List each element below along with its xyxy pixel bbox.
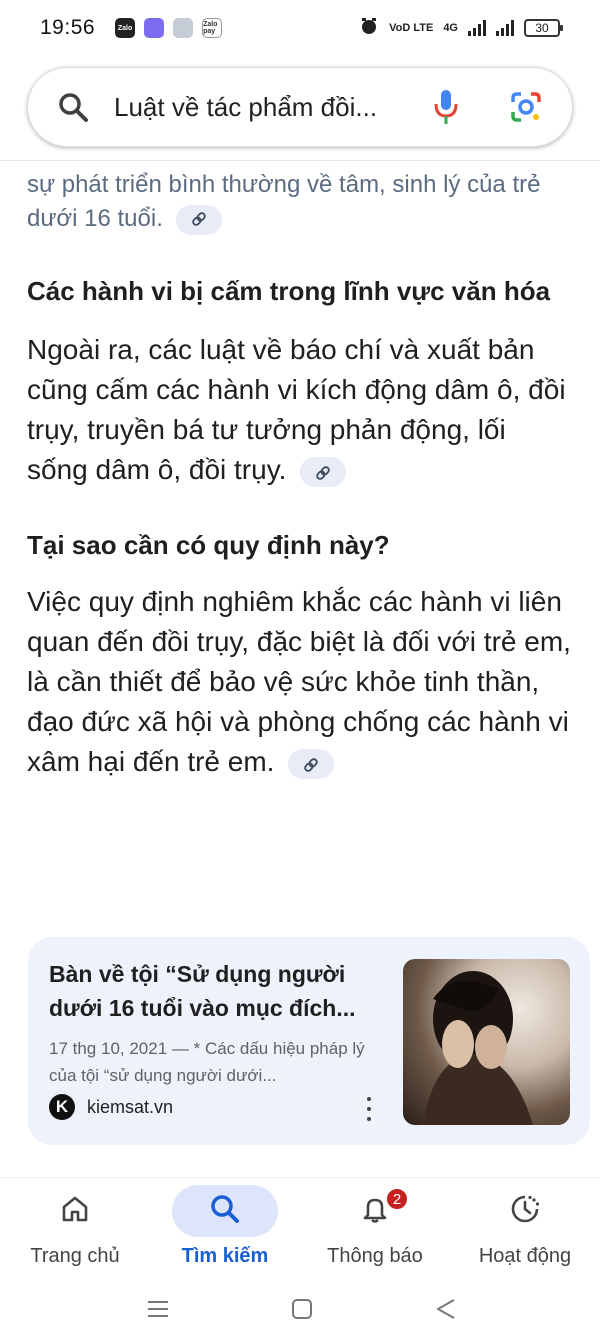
nav-search[interactable]: Tìm kiếm bbox=[150, 1178, 300, 1278]
search-bar[interactable]: Luật về tác phẩm đồi... bbox=[27, 67, 573, 147]
zalo-app-icon: Zalo bbox=[115, 18, 136, 38]
status-app-icons: Zalo Zalo pay bbox=[115, 18, 223, 38]
link-icon bbox=[303, 744, 319, 784]
card-snippet: 17 thg 10, 2021 — * Các dấu hiệu pháp lý… bbox=[49, 1039, 365, 1085]
card-source[interactable]: K kiemsat.vn bbox=[49, 1094, 173, 1120]
search-input[interactable]: Luật về tác phẩm đồi... bbox=[114, 92, 426, 123]
section-heading-why: Tại sao cần có quy định này? bbox=[27, 530, 390, 560]
card-title[interactable]: Bàn về tội “Sử dụng người dưới 16 tuổi v… bbox=[49, 957, 385, 1025]
link-icon bbox=[191, 203, 207, 237]
status-bar: 19:56 Zalo Zalo pay VoD LTE 4G 30 bbox=[0, 0, 600, 56]
nav-notifications-pill: 2 bbox=[322, 1185, 428, 1237]
card-source-domain: kiemsat.vn bbox=[87, 1096, 174, 1117]
section-paragraph-banned-acts: Ngoài ra, các luật về báo chí và xuất bả… bbox=[27, 330, 573, 490]
bottom-navigation: Trang chủ Tìm kiếm 2 Thông báo Hoạt động bbox=[0, 1177, 600, 1277]
section-paragraph-why: Việc quy định nghiêm khắc các hành vi li… bbox=[27, 582, 573, 782]
back-icon[interactable] bbox=[434, 1297, 458, 1326]
faded-paragraph: sự phát triển bình thường về tâm, sinh l… bbox=[27, 168, 573, 236]
alarm-icon bbox=[359, 16, 379, 41]
network-label: VoD LTE bbox=[389, 22, 434, 34]
cloud-app-icon bbox=[173, 18, 194, 38]
link-icon bbox=[315, 452, 331, 492]
card-text-block: Bàn về tội “Sử dụng người dưới 16 tuổi v… bbox=[49, 957, 385, 1089]
notification-count-badge: 2 bbox=[385, 1187, 409, 1211]
nav-notifications[interactable]: 2 Thông báo bbox=[300, 1178, 450, 1278]
source-result-card[interactable]: Bàn về tội “Sử dụng người dưới 16 tuổi v… bbox=[28, 937, 590, 1145]
zalopay-app-icon: Zalo pay bbox=[202, 18, 223, 38]
nav-home-label: Trang chủ bbox=[30, 1245, 120, 1267]
lens-icon[interactable] bbox=[506, 87, 546, 127]
nav-home[interactable]: Trang chủ bbox=[0, 1178, 150, 1278]
mic-icon[interactable] bbox=[426, 87, 466, 127]
nav-home-pill bbox=[22, 1185, 128, 1237]
network-type: 4G bbox=[443, 22, 458, 34]
signal-icon-2 bbox=[496, 20, 514, 36]
search-icon[interactable] bbox=[54, 88, 92, 126]
home-button-icon[interactable] bbox=[290, 1297, 314, 1326]
system-navigation-bar bbox=[0, 1277, 600, 1343]
nav-activity-pill bbox=[472, 1185, 578, 1237]
messenger-app-icon bbox=[144, 18, 165, 38]
citation-link-chip-2[interactable] bbox=[300, 456, 347, 487]
activity-icon bbox=[509, 1193, 541, 1230]
card-thumbnail-image[interactable] bbox=[403, 959, 570, 1125]
kiemsat-favicon-icon: K bbox=[49, 1094, 75, 1120]
more-options-icon[interactable] bbox=[364, 1097, 374, 1121]
nav-notifications-label: Thông báo bbox=[327, 1245, 423, 1267]
ai-overview-content: sự phát triển bình thường về tâm, sinh l… bbox=[27, 160, 573, 782]
signal-icon bbox=[468, 20, 486, 36]
citation-link-chip-3[interactable] bbox=[288, 748, 335, 779]
section1-text: Ngoài ra, các luật về báo chí và xuất bả… bbox=[27, 334, 566, 485]
search-icon bbox=[209, 1193, 241, 1230]
nav-search-pill bbox=[172, 1185, 278, 1237]
faded-text: sự phát triển bình thường về tâm, sinh l… bbox=[27, 171, 541, 232]
status-indicators: VoD LTE 4G 30 bbox=[359, 16, 563, 41]
nav-activity[interactable]: Hoạt động bbox=[450, 1178, 600, 1278]
status-time: 19:56 bbox=[40, 16, 96, 39]
battery-icon: 30 bbox=[524, 19, 563, 37]
citation-link-chip-1[interactable] bbox=[175, 203, 222, 237]
nav-search-label: Tìm kiếm bbox=[181, 1245, 269, 1267]
section-heading-banned-acts: Các hành vi bị cấm trong lĩnh vực văn hó… bbox=[27, 276, 551, 306]
home-icon bbox=[60, 1194, 90, 1229]
recent-apps-icon[interactable] bbox=[146, 1297, 170, 1326]
nav-activity-label: Hoạt động bbox=[478, 1245, 572, 1267]
